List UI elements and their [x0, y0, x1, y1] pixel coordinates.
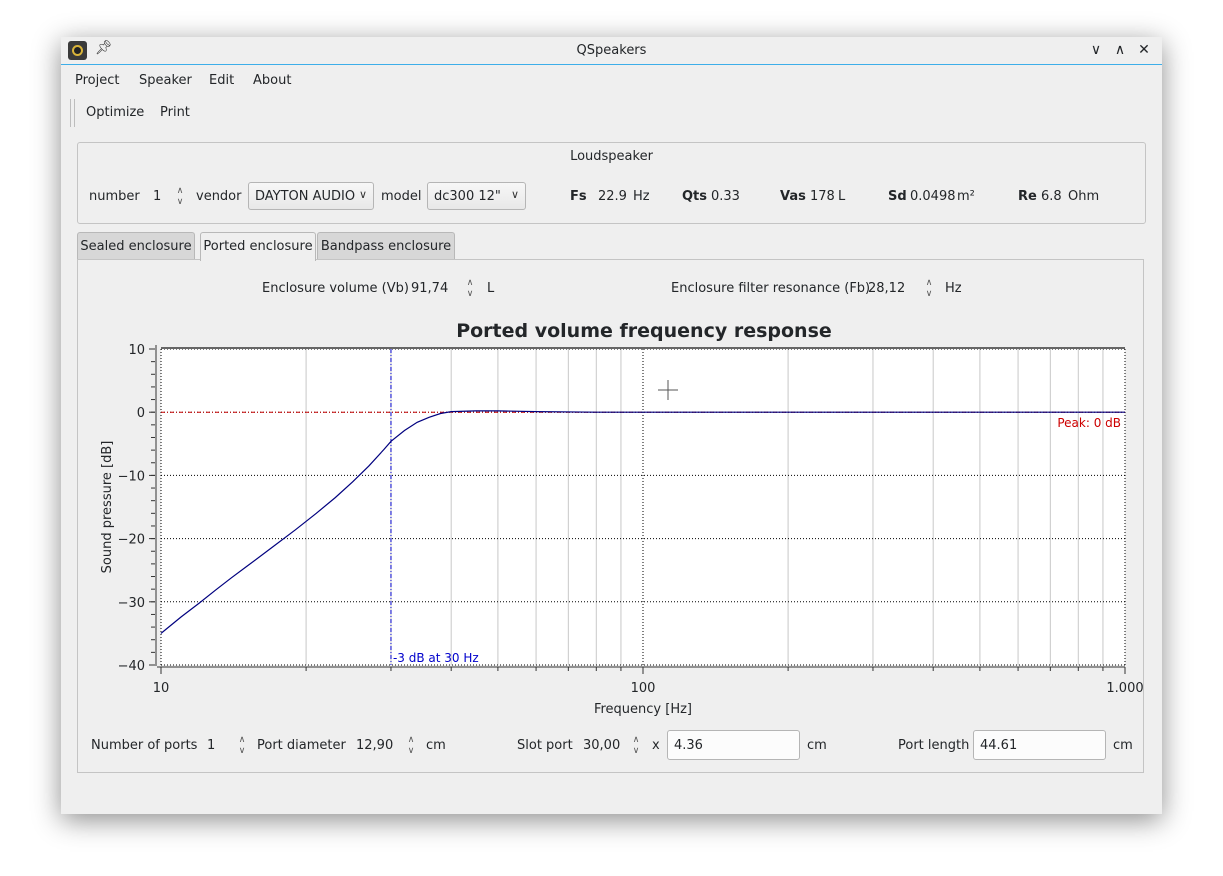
chevron-down-icon: ∨ — [510, 188, 519, 201]
vas-unit: L — [838, 189, 846, 204]
re-name: Re — [1018, 189, 1037, 204]
spin-down-icon[interactable]: ∨ — [406, 746, 416, 757]
menu-project[interactable]: Project — [75, 73, 119, 88]
number-spinbox[interactable]: 1 ∧ ∨ — [150, 184, 188, 208]
slot-label: Slot port — [517, 738, 573, 753]
main-window: 📌︎ QSpeakers ∨ ∧ ✕ Project Speaker Edit … — [61, 37, 1162, 814]
sd-name: Sd — [888, 189, 907, 204]
number-label: number — [89, 189, 140, 204]
menu-bar: Project Speaker Edit About — [61, 67, 1162, 95]
diameter-unit: cm — [426, 738, 446, 753]
diameter-label: Port diameter — [257, 738, 346, 753]
spin-up-icon[interactable]: ∧ — [406, 735, 416, 746]
port-length-input[interactable]: 44.61 — [973, 730, 1106, 760]
port-length-value: 44.61 — [980, 738, 1018, 753]
y-tick-label: −40 — [118, 659, 145, 674]
ported-tab-panel: Enclosure volume (Vb) 91,74 ∧ ∨ L Enclosu… — [77, 259, 1144, 773]
spin-up-icon[interactable]: ∧ — [175, 186, 185, 197]
close-icon[interactable]: ✕ — [1135, 40, 1153, 60]
frequency-response-chart[interactable]: 10 100 1.000100−10−20−30−40-3 dB at 30 HzP… — [78, 260, 1143, 720]
title-bar[interactable]: 📌︎ QSpeakers ∨ ∧ ✕ — [61, 37, 1162, 65]
menu-about[interactable]: About — [253, 73, 291, 88]
diameter-spinbox[interactable]: 12,90 ∧ ∨ — [353, 733, 419, 757]
spin-down-icon[interactable]: ∨ — [175, 197, 185, 208]
model-value: dc300 12" — [434, 189, 501, 204]
x-axis-label: Frequency [Hz] — [594, 702, 692, 717]
menu-edit[interactable]: Edit — [209, 73, 234, 88]
peak-marker-label: Peak: 0 dB — [1057, 416, 1121, 430]
vendor-combobox[interactable]: DAYTON AUDIO ∨ — [248, 182, 374, 210]
sd-value: 0.0498 — [910, 189, 956, 204]
menu-speaker[interactable]: Speaker — [139, 73, 192, 88]
cutoff-marker-label: -3 dB at 30 Hz — [393, 651, 479, 665]
spin-down-icon[interactable]: ∨ — [631, 746, 641, 757]
tab-sealed[interactable]: Sealed enclosure — [77, 232, 195, 260]
x-tick-label: 100 — [631, 681, 656, 696]
length-unit: cm — [1113, 738, 1133, 753]
diameter-spin-arrows[interactable]: ∧ ∨ — [404, 734, 418, 758]
re-unit: Ohm — [1068, 189, 1100, 204]
tab-ported[interactable]: Ported enclosure — [200, 232, 316, 261]
vendor-value: DAYTON AUDIO — [255, 189, 356, 204]
maximize-icon[interactable]: ∧ — [1111, 40, 1129, 60]
slot-x-label: x — [652, 738, 660, 753]
sd-unit: m² — [957, 189, 975, 204]
toolbar: Optimize Print — [61, 97, 1162, 129]
fs-unit: Hz — [633, 189, 650, 204]
vendor-label: vendor — [196, 189, 242, 204]
model-label: model — [381, 189, 422, 204]
ports-spin-arrows[interactable]: ∧ ∨ — [235, 734, 249, 758]
x-tick-label: 1.000 — [1106, 681, 1143, 696]
loudspeaker-group: Loudspeaker number 1 ∧ ∨ vendor DAYTON AU… — [77, 142, 1146, 224]
diameter-value: 12,90 — [356, 738, 394, 753]
slot-width-input[interactable]: 4.36 — [667, 730, 800, 760]
slot-unit: cm — [807, 738, 827, 753]
loudspeaker-group-title: Loudspeaker — [570, 149, 653, 164]
spin-up-icon[interactable]: ∧ — [237, 735, 247, 746]
ports-value: 1 — [207, 738, 216, 753]
slot-spinbox[interactable]: 30,00 ∧ ∨ — [580, 733, 644, 757]
re-value: 6.8 — [1041, 189, 1062, 204]
toolbar-grip[interactable] — [70, 99, 75, 127]
model-combobox[interactable]: dc300 12" ∨ — [427, 182, 526, 210]
chart-title: Ported volume frequency response — [456, 320, 832, 342]
vas-name: Vas — [780, 189, 806, 204]
optimize-button[interactable]: Optimize — [86, 105, 144, 120]
chevron-down-icon: ∨ — [358, 188, 367, 201]
length-label: Port length — [898, 738, 970, 753]
ports-label: Number of ports — [91, 738, 198, 753]
y-tick-label: −10 — [118, 469, 145, 484]
vas-value: 178 — [810, 189, 835, 204]
y-axis-label: Sound pressure [dB] — [100, 441, 115, 574]
slot-width-value: 4.36 — [674, 738, 703, 753]
qts-value: 0.33 — [711, 189, 740, 204]
slot-value: 30,00 — [583, 738, 621, 753]
y-tick-label: 0 — [137, 406, 145, 421]
print-button[interactable]: Print — [160, 105, 190, 120]
ports-spinbox[interactable]: 1 ∧ ∨ — [204, 733, 250, 757]
qts-name: Qts — [682, 189, 708, 204]
y-tick-label: 10 — [128, 343, 145, 358]
minimize-icon[interactable]: ∨ — [1087, 40, 1105, 60]
window-title: QSpeakers — [576, 43, 647, 58]
fs-value: 22.9 — [598, 189, 627, 204]
slot-spin-arrows[interactable]: ∧ ∨ — [629, 734, 643, 758]
spin-up-icon[interactable]: ∧ — [631, 735, 641, 746]
y-tick-label: −20 — [118, 533, 145, 548]
x-tick-label: 10 — [153, 681, 170, 696]
number-value: 1 — [153, 189, 162, 204]
tab-bandpass[interactable]: Bandpass enclosure — [317, 232, 455, 260]
spin-down-icon[interactable]: ∨ — [237, 746, 247, 757]
number-spin-arrows[interactable]: ∧ ∨ — [173, 185, 187, 209]
y-tick-label: −30 — [118, 596, 145, 611]
fs-name: Fs — [570, 189, 587, 204]
